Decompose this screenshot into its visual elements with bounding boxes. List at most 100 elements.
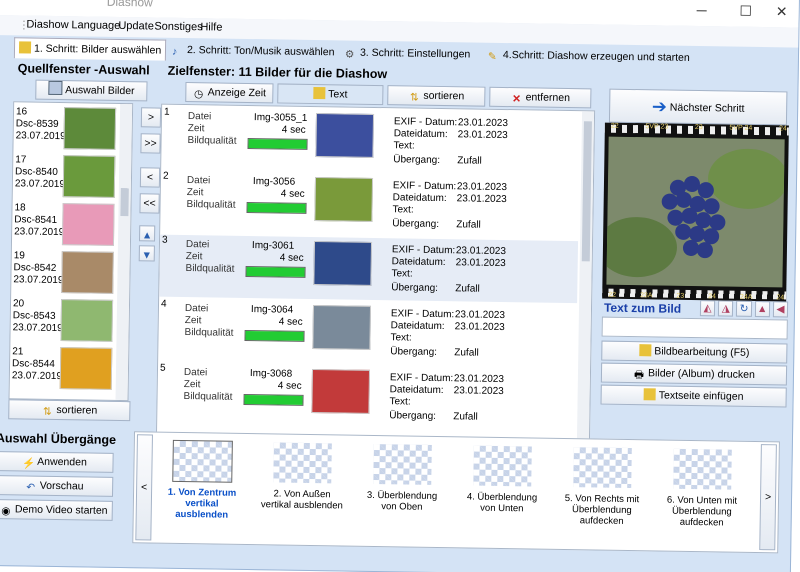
- apply-button[interactable]: ⚡ Anwenden: [0, 451, 114, 473]
- item-number: 18: [14, 202, 26, 214]
- source-list-item[interactable]: 21 Dsc-8544 23.07.2019: [10, 346, 115, 394]
- text-icon: [313, 86, 326, 100]
- transition-item[interactable]: 6. Von Unten mit Überblendung aufdecken: [655, 444, 749, 547]
- triangle-up-icon[interactable]: ▲: [754, 300, 770, 318]
- target-scrollbar[interactable]: [576, 111, 595, 446]
- film-label: 5VP 24: [729, 124, 753, 132]
- move-all-left-button[interactable]: <<: [139, 193, 160, 214]
- file-label: Datei: [184, 303, 209, 315]
- close-button[interactable]: ✕: [767, 3, 797, 20]
- text-tools: ◭ ◮ ↻ ▲ ◀: [699, 300, 789, 318]
- item-filename: Dsc-8539: [15, 118, 59, 131]
- flip-icon[interactable]: ◮: [718, 300, 734, 317]
- arrow-right-icon: ➔: [651, 96, 668, 117]
- gallery-next-button[interactable]: >: [759, 444, 777, 551]
- move-left-button[interactable]: <: [139, 167, 161, 188]
- next-step-button[interactable]: ➔ Nächster Schritt: [608, 88, 788, 126]
- mirror-icon[interactable]: ◭: [699, 300, 716, 317]
- display-time-button[interactable]: ◷ Anzeige Zeit: [185, 81, 274, 104]
- time-label: Zeit: [184, 315, 202, 327]
- minimize-button[interactable]: ─: [687, 2, 717, 18]
- transition-item[interactable]: 5. Von Rechts mit Überblendung aufdecken: [555, 443, 649, 546]
- demo-video-button[interactable]: ◉ Demo Video starten: [0, 499, 113, 521]
- music-icon: ♪: [171, 45, 178, 58]
- file-value: Img-3055_1: [253, 112, 308, 124]
- tab-step-1[interactable]: 1. Schritt: Bilder auswählen: [13, 37, 167, 61]
- target-list-item[interactable]: 3 Datei Img-3061 Zeit 4 sec Bildqualität…: [159, 234, 579, 304]
- item-filename: Dsc-8542: [13, 262, 57, 274]
- target-scrollbar-thumb[interactable]: [581, 121, 592, 262]
- transition-label: Übergang:: [391, 282, 439, 294]
- file-label: Datei: [187, 111, 212, 123]
- source-list-item[interactable]: 16 Dsc-8539 23.07.2019: [13, 106, 118, 154]
- filedate-value: 23.01.2023: [457, 129, 508, 142]
- transition-item[interactable]: 3. Überblendung von Oben: [355, 440, 449, 543]
- move-all-right-button[interactable]: >>: [140, 133, 161, 154]
- lightning-icon: ⚡: [22, 457, 36, 470]
- menu-sonstiges[interactable]: Sonstiges: [154, 20, 202, 33]
- source-list-item[interactable]: 18 Dsc-8541 23.07.2019: [12, 202, 117, 250]
- menu-hilfe[interactable]: Hilfe: [200, 21, 222, 33]
- pencil-icon: ✎: [487, 50, 497, 63]
- source-list-item[interactable]: 19 Dsc-8542 23.07.2019: [11, 250, 116, 298]
- item-number: 1: [163, 106, 170, 118]
- target-list-item[interactable]: 5 Datei Img-3068 Zeit 4 sec Bildqualität…: [157, 363, 576, 432]
- text-button[interactable]: Text: [277, 83, 384, 106]
- item-date: 23.07.2019: [14, 178, 66, 191]
- image-edit-button[interactable]: Bildbearbeitung (F5): [601, 340, 788, 364]
- move-up-icon[interactable]: ▲: [139, 225, 156, 242]
- edit-image-icon: [639, 344, 652, 357]
- item-date: 23.07.2019: [15, 130, 66, 143]
- text-label: Text:: [390, 332, 412, 344]
- tab-step-2[interactable]: ♪ 2. Schritt: Ton/Musik auswählen: [168, 40, 339, 63]
- file-value: Img-3064: [250, 304, 294, 316]
- film-label: 23: [694, 123, 703, 132]
- print-album-button[interactable]: 🖶 Bilder (Album) drucken: [600, 362, 788, 386]
- preview-label: Vorschau: [39, 479, 84, 493]
- thumbnail-image: [315, 113, 375, 158]
- target-sort-button[interactable]: ⇅ sortieren: [387, 85, 486, 107]
- tab-step-3[interactable]: ⚙ 3. Schritt: Einstellungen: [341, 42, 475, 64]
- filedate-label: Dateidatum:: [389, 384, 444, 397]
- exif-label: EXIF - Datum:: [390, 308, 455, 321]
- filedate-value: 23.01.2023: [455, 257, 506, 270]
- source-sort-button[interactable]: ⇅ sortieren: [8, 399, 131, 422]
- menu-update[interactable]: Update: [118, 20, 154, 33]
- move-down-icon[interactable]: ▼: [138, 245, 155, 262]
- remove-button[interactable]: ✕ entfernen: [489, 86, 592, 109]
- gallery-prev-button[interactable]: <: [135, 434, 153, 541]
- source-list-item[interactable]: 17 Dsc-8540 23.07.2019: [13, 154, 118, 202]
- source-scrollbar[interactable]: [115, 103, 133, 401]
- quality-bar: [243, 393, 304, 406]
- target-list-item[interactable]: 2 Datei Img-3056 Zeit 4 sec Bildqualität…: [160, 171, 579, 240]
- source-scrollbar-thumb[interactable]: [120, 187, 129, 217]
- rotate-icon[interactable]: ↻: [736, 300, 752, 317]
- triangle-left-icon[interactable]: ◀: [772, 301, 789, 318]
- transition-item[interactable]: 2. Von Außen vertikal ausblenden: [255, 438, 349, 541]
- menu-diashow[interactable]: Diashow: [26, 18, 68, 31]
- move-right-button[interactable]: >: [140, 107, 162, 128]
- transition-preview-image: [673, 448, 732, 490]
- source-list[interactable]: 16 Dsc-8539 23.07.2019 17 Dsc-8540 23.07…: [8, 101, 134, 402]
- tab-step-4[interactable]: ✎ 4.Schritt: Diashow erzeugen und starten: [484, 45, 694, 68]
- target-list-item[interactable]: 4 Datei Img-3064 Zeit 4 sec Bildqualität…: [158, 299, 577, 368]
- transitions-gallery[interactable]: < > 1. Von Zentrum vertikal ausblenden 2…: [132, 431, 780, 554]
- insert-textpage-button[interactable]: Textseite einfügen: [600, 384, 787, 408]
- target-list[interactable]: 1 Datei Img-3055_1 Zeit 4 sec Bildqualit…: [155, 103, 596, 447]
- transition-value: Zufall: [457, 155, 482, 167]
- preview-button[interactable]: ↶ Vorschau: [0, 475, 114, 497]
- menu-language[interactable]: Language: [71, 19, 120, 32]
- exif-label: EXIF - Datum:: [392, 180, 457, 193]
- quality-bar-fill: [246, 266, 305, 277]
- image-text-input[interactable]: [601, 316, 788, 340]
- transition-item[interactable]: 1. Von Zentrum vertikal ausblenden: [155, 437, 249, 540]
- transition-item[interactable]: 4. Überblendung von Unten: [455, 441, 549, 544]
- select-images-button[interactable]: Auswahl Bilder: [35, 79, 148, 102]
- exif-label: EXIF - Datum:: [391, 244, 456, 257]
- target-list-item[interactable]: 1 Datei Img-3055_1 Zeit 4 sec Bildqualit…: [161, 107, 580, 176]
- maximize-button[interactable]: ☐: [731, 3, 761, 20]
- text-for-image-title: Text zum Bild: [603, 300, 682, 316]
- source-list-item[interactable]: 20 Dsc-8543 23.07.2019: [10, 298, 115, 346]
- tab-step-2-label: 2. Schritt: Ton/Musik auswählen: [186, 44, 335, 59]
- transition-preview-image: [172, 439, 233, 483]
